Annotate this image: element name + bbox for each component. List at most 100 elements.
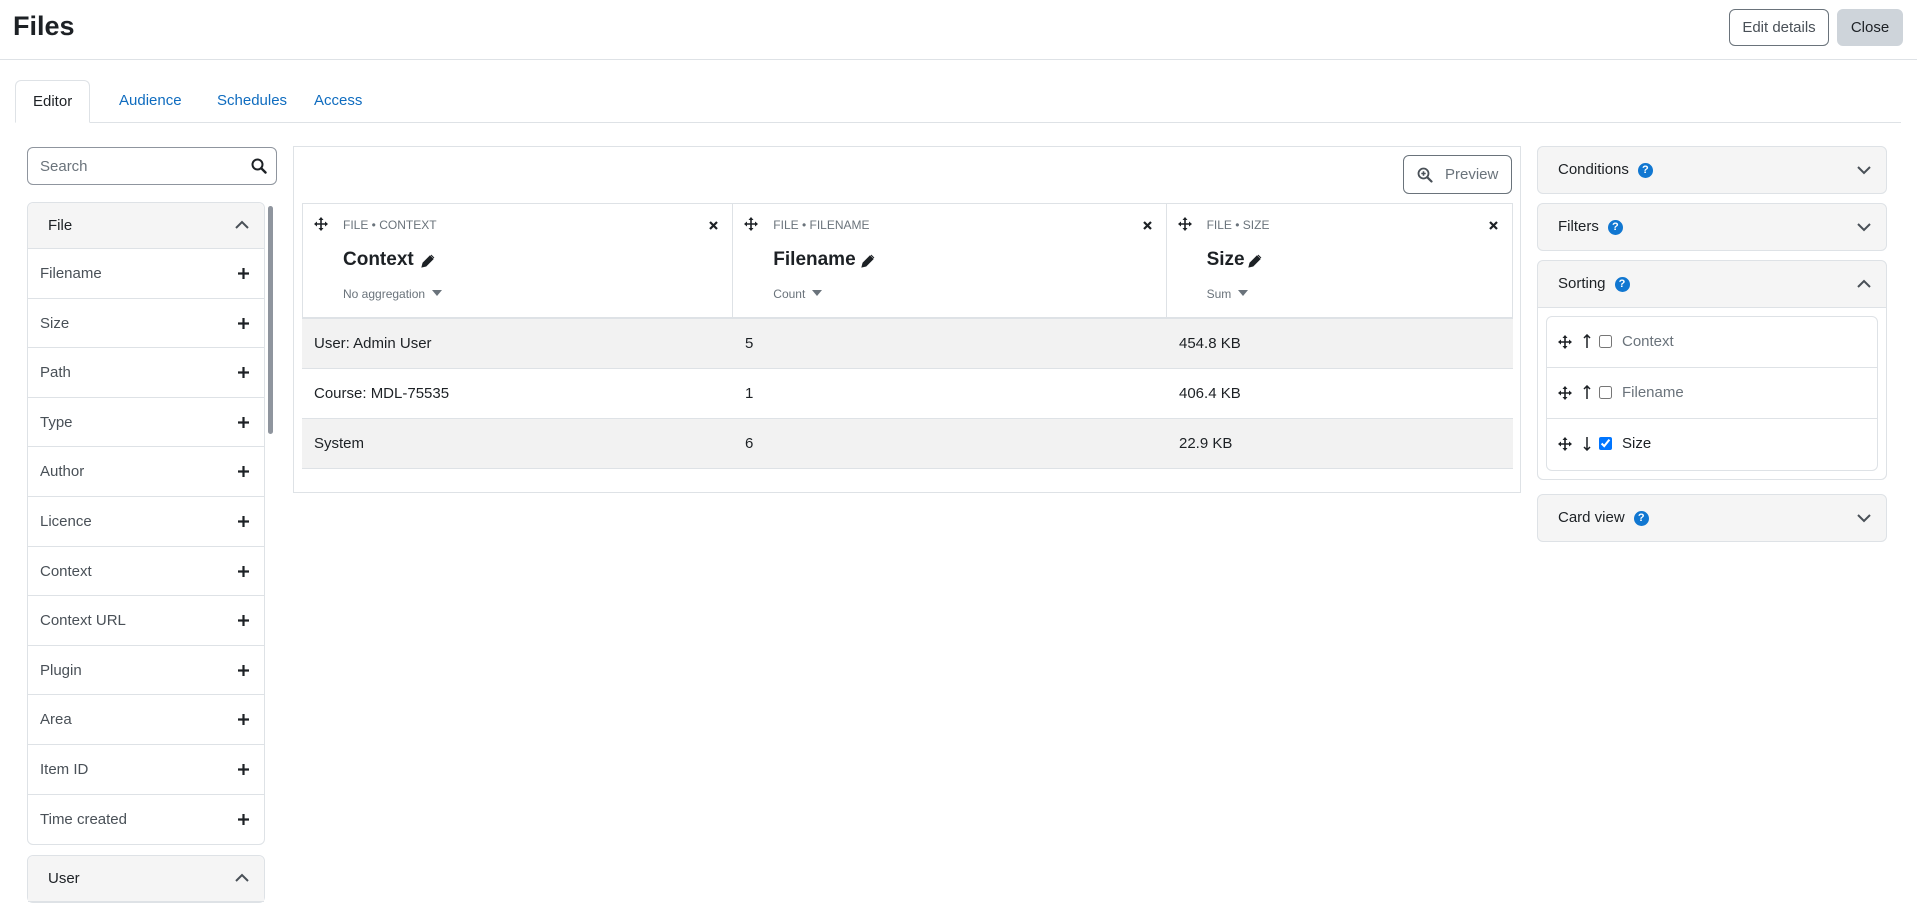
sort-item-label: Size (1622, 435, 1652, 452)
plus-icon (238, 565, 249, 577)
help-icon[interactable]: ? (1637, 163, 1653, 178)
move-icon[interactable] (744, 217, 759, 231)
plus-icon (238, 416, 249, 428)
chevron-up-icon (1857, 279, 1871, 288)
edit-pencil-icon[interactable] (861, 254, 875, 268)
aggregation-label: Count (773, 287, 806, 301)
aggregation-select[interactable]: Count (773, 287, 823, 301)
sort-enable-checkbox[interactable] (1599, 335, 1612, 348)
move-icon[interactable] (1558, 386, 1572, 400)
search-input[interactable] (28, 148, 238, 184)
file-group-card: File Filename Size Path Type Author Lice… (27, 202, 265, 846)
plus-icon (238, 714, 249, 726)
plus-icon (238, 317, 249, 329)
column-header-context: FILE • CONTEXT Context No aggregation (303, 204, 734, 317)
sidebar-item-label: Item ID (40, 760, 89, 778)
help-icon[interactable]: ? (1633, 511, 1649, 526)
column-title: Filename (773, 249, 856, 270)
sidebar-item-filename[interactable]: Filename (28, 249, 264, 299)
card-view-panel[interactable]: Card view? (1537, 494, 1887, 542)
sidebar-item-area[interactable]: Area (28, 695, 264, 745)
sort-list: Context Filename Size (1546, 316, 1878, 471)
tab-editor[interactable]: Editor (15, 80, 91, 123)
aggregation-select[interactable]: Sum (1207, 287, 1249, 301)
plus-icon (238, 615, 249, 627)
sort-enable-checkbox[interactable] (1599, 386, 1612, 399)
help-icon[interactable]: ? (1607, 220, 1623, 235)
table-cell: 5 (745, 335, 754, 352)
conditions-panel[interactable]: Conditions? (1537, 146, 1887, 194)
sidebar-item-label: Size (40, 314, 70, 332)
file-group-header[interactable]: File (28, 203, 264, 249)
preview-button[interactable]: Preview (1403, 155, 1512, 194)
search-icon[interactable] (251, 158, 267, 174)
sort-item-context: Context (1547, 317, 1877, 368)
sidebar-scrollbar[interactable] (268, 206, 273, 434)
arrow-up-icon[interactable] (1583, 385, 1591, 400)
help-icon[interactable]: ? (1614, 277, 1630, 292)
chevron-up-icon (235, 220, 249, 229)
sort-item-label: Context (1622, 333, 1674, 350)
card-view-header[interactable]: Card view? (1538, 495, 1886, 541)
search-box (27, 147, 277, 185)
table-cell: 22.9 KB (1179, 435, 1233, 452)
user-group-title: User (48, 870, 80, 888)
aggregation-label: Sum (1206, 287, 1232, 301)
move-icon[interactable] (314, 217, 328, 231)
sorting-header[interactable]: Sorting? (1538, 261, 1886, 307)
sidebar-item-label: Filename (40, 265, 102, 282)
tab-audience[interactable]: Audience (102, 80, 199, 123)
move-icon[interactable] (1558, 437, 1572, 451)
table-body: User: Admin User 5 454.8 KB Course: MDL-… (302, 319, 1513, 469)
sort-item-label: Filename (1622, 384, 1684, 401)
close-button[interactable]: Close (1837, 9, 1903, 46)
move-icon[interactable] (1177, 217, 1192, 231)
sidebar-item-context[interactable]: Context (28, 547, 264, 597)
sidebar-item-item-id[interactable]: Item ID (28, 745, 264, 795)
conditions-header[interactable]: Conditions? (1538, 147, 1886, 193)
remove-column-icon[interactable] (1489, 221, 1498, 230)
user-group-header[interactable]: User (28, 856, 264, 903)
sidebar-item-size[interactable]: Size (28, 299, 264, 349)
sidebar-item-label: Context (40, 562, 92, 580)
page-header: Files Edit details Close (0, 0, 1917, 60)
plus-icon (238, 813, 249, 825)
sort-enable-checkbox[interactable] (1599, 437, 1612, 450)
page-title: Files (13, 11, 75, 41)
column-path: FILE • FILENAME (773, 218, 870, 232)
filters-header[interactable]: Filters? (1538, 204, 1886, 250)
sort-item-filename: Filename (1547, 368, 1877, 419)
report-table: FILE • CONTEXT Context No aggregation FI… (302, 203, 1513, 469)
chevron-down-icon (1857, 514, 1871, 523)
edit-pencil-icon[interactable] (421, 254, 435, 268)
table-cell: System (314, 435, 365, 452)
sidebar-item-licence[interactable]: Licence (28, 497, 264, 547)
column-header-size: FILE • SIZE Size Sum (1167, 204, 1512, 317)
column-path: FILE • CONTEXT (343, 218, 437, 232)
sidebar-item-context-url[interactable]: Context URL (28, 596, 264, 646)
sidebar-item-plugin[interactable]: Plugin (28, 646, 264, 696)
sidebar-item-type[interactable]: Type (28, 398, 264, 448)
column-title: Context (343, 249, 414, 270)
sidebar-item-author[interactable]: Author (28, 447, 264, 497)
sidebar-item-path[interactable]: Path (28, 348, 264, 398)
sidebar-item-label: Author (40, 463, 85, 481)
arrow-down-icon[interactable] (1583, 436, 1591, 451)
sidebar-item-label: Licence (40, 512, 92, 530)
remove-column-icon[interactable] (1142, 221, 1152, 230)
aggregation-select[interactable]: No aggregation (343, 287, 443, 301)
arrow-up-icon[interactable] (1583, 334, 1591, 349)
report-sources-sidebar: File Filename Size Path Type Author Lice… (27, 202, 265, 911)
plus-icon (238, 466, 249, 478)
zoom-icon (1417, 167, 1433, 183)
move-icon[interactable] (1558, 335, 1572, 349)
sidebar-item-time-created[interactable]: Time created (28, 795, 264, 845)
edit-details-button[interactable]: Edit details (1729, 9, 1829, 46)
remove-column-icon[interactable] (709, 221, 719, 230)
sort-item-size: Size (1547, 419, 1877, 470)
tab-bar: Editor Audience Schedules Access (15, 80, 1901, 123)
tab-access[interactable]: Access (297, 80, 379, 123)
filters-panel[interactable]: Filters? (1537, 203, 1887, 251)
edit-pencil-icon[interactable] (1247, 254, 1262, 268)
tab-schedules[interactable]: Schedules (200, 80, 304, 123)
